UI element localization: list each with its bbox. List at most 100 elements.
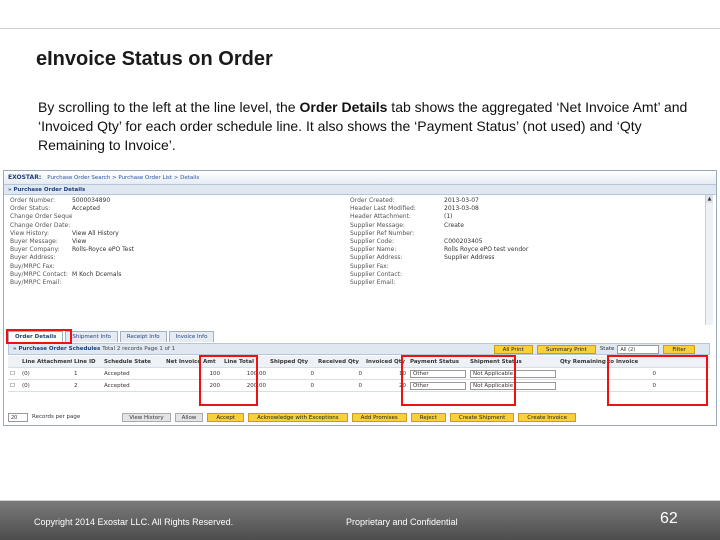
field-label: Order Created: (350, 197, 395, 204)
row-checkbox[interactable]: ☐ (8, 383, 20, 389)
detail-field-row: Change Order Sequence: (10, 213, 134, 221)
detail-field-row: Order Created: 2013-03-07 (350, 197, 528, 205)
field-label: Buy/MRPC Contact: (10, 270, 68, 278)
table-cell: 0 (358, 370, 363, 377)
intro-text-1: By scrolling to the left at the line lev… (38, 99, 300, 115)
field-label: Order Number: (10, 197, 55, 204)
table-cell: 1 (74, 370, 78, 377)
field-value: C000203405 (444, 237, 483, 245)
column-header[interactable]: Received Qty (316, 359, 364, 365)
summary-print-button[interactable]: Summary Print (536, 344, 596, 354)
reject-button[interactable]: Reject (410, 412, 446, 422)
column-header[interactable]: Shipped Qty (268, 359, 316, 365)
filter-button[interactable]: Filter (663, 344, 695, 354)
detail-field-row: Buy/MRPC Email: (10, 279, 134, 287)
intro-bold-text: Order Details (299, 99, 388, 115)
detail-field-row: Supplier Email: (350, 279, 528, 287)
slide-title: eInvoice Status on Order (36, 48, 273, 70)
page-size-select[interactable]: 20 (8, 412, 28, 422)
scroll-up-icon[interactable]: ▲ (706, 195, 713, 203)
field-label: Supplier Code: (350, 237, 395, 245)
vertical-scrollbar[interactable]: ▲ (705, 195, 713, 325)
detail-field-row: Buy/MRPC Fax: (10, 263, 134, 271)
records-summary: Total 2 records Page 1 of 1 (102, 346, 176, 352)
tab-receipt-info[interactable]: Receipt Info (119, 331, 167, 342)
table-row[interactable]: ☐ (0) 2 Accepted 200 200.00 0 0 20 Other Not Appli… (8, 380, 710, 392)
column-header[interactable]: Schedule State (102, 359, 164, 365)
schedules-header: » Purchase Order Schedules Total 2 recor… (8, 343, 710, 355)
state-label: State (599, 346, 615, 352)
copyright-text: Copyright 2014 Exostar LLC. All Rights R… (34, 517, 234, 527)
highlight-net-invoice-amt (199, 355, 258, 406)
detail-field-row: Header Last Modified: 2013-03-08 (350, 205, 528, 213)
field-label: Buy/MRPC Fax: (10, 262, 55, 270)
pager-text: Records per page (32, 414, 81, 420)
right-field-column: Order Created: 2013-03-07 Header Last Modi… (350, 197, 528, 287)
top-divider (0, 28, 720, 29)
column-header[interactable]: Line ID (72, 359, 102, 365)
table-cell: 0 (310, 382, 315, 389)
detail-field-row: Buyer Address: (10, 254, 134, 262)
field-value: View All History (72, 229, 119, 237)
column-header[interactable]: Line Attachment (20, 359, 72, 365)
detail-field-row: Order Number: 5000034890 (10, 197, 134, 205)
accept-button[interactable]: Accept (207, 412, 245, 422)
table-cell: 2 (74, 382, 78, 389)
po-details-panel: Order Number: 5000034890 Order Status: Acce… (4, 195, 716, 305)
po-details-header[interactable]: » Purchase Order Details (4, 185, 716, 195)
field-value: Rolls Royce ePO test vendor (444, 246, 529, 254)
field-label: Change Order Date: (10, 221, 71, 229)
field-label: Supplier Ref Number: (350, 229, 415, 237)
field-label: Order Status: (10, 205, 51, 213)
page-number: 62 (660, 510, 678, 527)
table-cell: Accepted (104, 370, 130, 377)
grid-header-row: Line Attachment Line ID Schedule State Net … (8, 356, 710, 368)
schedules-title[interactable]: » Purchase Order Schedules (13, 346, 100, 352)
field-value: 2013-03-07 (444, 197, 479, 204)
detail-field-row: Supplier Code: C000203405 (350, 238, 528, 246)
field-label: Header Last Modified: (350, 205, 416, 213)
acknowledge-exceptions-button[interactable]: Acknowledge with Exceptions (248, 412, 348, 422)
field-label: Supplier Fax: (350, 262, 389, 270)
all-print-button[interactable]: All Print (493, 344, 533, 354)
table-cell: (0) (22, 370, 30, 377)
field-label: Supplier Email: (350, 278, 396, 286)
field-label: Header Attachment: (350, 213, 411, 221)
state-select[interactable]: All (2) (617, 344, 660, 354)
detail-field-row: Supplier Ref Number: (350, 230, 528, 238)
field-value: 2013-03-08 (444, 205, 479, 213)
detail-field-row: Order Status: Accepted (10, 205, 134, 213)
create-invoice-button[interactable]: Create Invoice (518, 412, 576, 422)
field-label: Supplier Message: (350, 221, 405, 229)
breadcrumb[interactable]: Purchase Order Search > Purchase Order L… (47, 175, 199, 181)
row-checkbox[interactable]: ☐ (8, 371, 20, 377)
table-cell: 0 (310, 370, 315, 377)
view-history-button[interactable]: View History (122, 412, 171, 422)
detail-field-row: Change Order Date: (10, 222, 134, 230)
detail-field-row: Buy/MRPC Contact: M Koch Dcemals (10, 271, 134, 279)
table-row[interactable]: ☐ (0) 1 Accepted 100 100.00 0 0 10 Other Not Appli… (8, 368, 710, 380)
schedules-grid: Line Attachment Line ID Schedule State Net … (8, 356, 710, 392)
tab-shipment-info[interactable]: Shipment Info (65, 331, 118, 342)
add-promises-button[interactable]: Add Promises (351, 412, 407, 422)
grid-footer: 20 Records per page View History Allow A… (8, 411, 710, 423)
table-cell: Accepted (104, 382, 130, 389)
detail-field-row: Buyer Message: View (10, 238, 134, 246)
detail-field-row: Supplier Name: Rolls Royce ePO test vendo… (350, 246, 528, 254)
table-cell: (0) (22, 382, 30, 389)
tab-invoice-info[interactable]: Invoice Info (168, 331, 215, 342)
detail-field-row: Buyer Company: Rolls-Royce ePO Test (10, 246, 134, 254)
highlight-qty-remaining (607, 355, 708, 406)
field-value: 5000034890 (72, 197, 111, 204)
detail-field-row: Supplier Contact: (350, 271, 528, 279)
detail-field-row: Supplier Fax: (350, 263, 528, 271)
field-value: Supplier Address (444, 254, 495, 262)
field-label: Supplier Address: (350, 254, 403, 262)
field-value: M Koch Dcemals (72, 270, 122, 278)
field-label: View History: (10, 229, 50, 237)
field-label: Supplier Contact: (350, 270, 402, 278)
detail-field-row: View History: View All History (10, 230, 134, 238)
allow-button[interactable]: Allow (174, 412, 204, 422)
brand-logo: EXOSTAR: (8, 174, 42, 181)
create-shipment-button[interactable]: Create Shipment (449, 412, 515, 422)
